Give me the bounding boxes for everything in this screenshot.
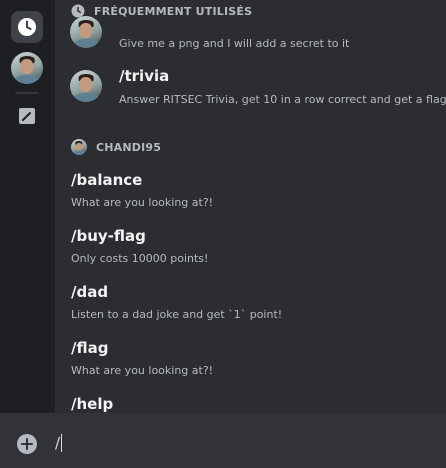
edit-category-button[interactable] xyxy=(11,100,43,132)
command-description: What are you looking at?! xyxy=(71,364,214,377)
message-input[interactable]: / xyxy=(55,434,63,452)
command-name: /dad xyxy=(71,283,109,301)
command-description: Answer RITSEC Trivia, get 10 in a row co… xyxy=(119,93,446,106)
recent-category-button[interactable] xyxy=(11,11,43,43)
command-description: Give me a png and I will add a secret to… xyxy=(119,37,350,50)
command-picker: FRÉQUEMMENT UTILISÉS Give me a png and I… xyxy=(0,0,446,413)
clock-icon xyxy=(18,18,36,36)
command-category-rail xyxy=(0,0,55,413)
command-name: /trivia xyxy=(119,67,170,85)
command-item-balance[interactable]: /balance What are you looking at?! xyxy=(55,163,446,219)
bot-avatar xyxy=(71,139,87,155)
command-name: /help xyxy=(71,395,114,413)
command-name: /flag xyxy=(71,339,109,357)
command-item-help[interactable]: /help xyxy=(55,387,446,413)
edit-icon xyxy=(19,108,35,124)
app-root: FRÉQUEMMENT UTILISÉS Give me a png and I… xyxy=(0,0,446,468)
text-caret xyxy=(61,434,63,452)
rail-divider xyxy=(15,92,39,94)
command-list: FRÉQUEMMENT UTILISÉS Give me a png and I… xyxy=(55,0,446,413)
command-item-dad[interactable]: /dad Listen to a dad joke and get `1` po… xyxy=(55,275,446,331)
message-input-value: / xyxy=(55,434,61,452)
section-title: CHANDI95 xyxy=(96,140,162,154)
plus-icon xyxy=(21,438,33,450)
command-name: /buy-flag xyxy=(71,227,146,245)
command-item-trivia[interactable]: /trivia Answer RITSEC Trivia, get 10 in … xyxy=(55,60,446,120)
command-name: /balance xyxy=(71,171,143,189)
command-item-flag[interactable]: /flag What are you looking at?! xyxy=(55,331,446,387)
bot-section-header: CHANDI95 xyxy=(71,139,161,155)
command-item-steg[interactable]: Give me a png and I will add a secret to… xyxy=(55,0,446,60)
attach-button[interactable] xyxy=(17,434,37,454)
message-composer: / xyxy=(0,413,446,468)
command-description: Only costs 10000 points! xyxy=(71,252,209,265)
command-description: What are you looking at?! xyxy=(71,196,214,209)
command-description: Listen to a dad joke and get `1` point! xyxy=(71,308,283,321)
bot-avatar xyxy=(70,16,102,48)
command-item-buy-flag[interactable]: /buy-flag Only costs 10000 points! xyxy=(55,219,446,275)
bot-avatar xyxy=(70,70,102,102)
bot-category-avatar[interactable] xyxy=(11,52,43,84)
